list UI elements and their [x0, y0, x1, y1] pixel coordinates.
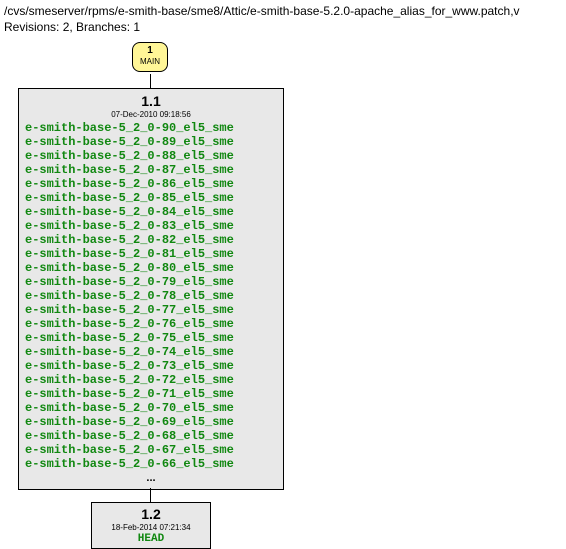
- revision-1-2-node[interactable]: 1.2 18-Feb-2014 07:21:34 HEAD: [91, 502, 211, 549]
- connector-line: [150, 488, 151, 502]
- tag-label: e-smith-base-5_2_0-82_el5_sme: [25, 233, 277, 247]
- revision-version: 1.2: [96, 506, 206, 522]
- tag-label: e-smith-base-5_2_0-75_el5_sme: [25, 331, 277, 345]
- connector-line: [150, 74, 151, 88]
- head-label: HEAD: [96, 533, 206, 545]
- revision-graph: 1 MAIN 1.1 07-Dec-2010 09:18:56 e-smith-…: [4, 40, 562, 545]
- revision-tags: e-smith-base-5_2_0-90_el5_smee-smith-bas…: [25, 121, 277, 485]
- repo-path: /cvs/smeserver/rpms/e-smith-base/sme8/At…: [4, 4, 566, 18]
- branch-main-node[interactable]: 1 MAIN: [132, 42, 168, 72]
- revision-date: 07-Dec-2010 09:18:56: [25, 110, 277, 119]
- tag-label: e-smith-base-5_2_0-74_el5_sme: [25, 345, 277, 359]
- tag-label: e-smith-base-5_2_0-88_el5_sme: [25, 149, 277, 163]
- tag-label: e-smith-base-5_2_0-85_el5_sme: [25, 191, 277, 205]
- tag-label: e-smith-base-5_2_0-67_el5_sme: [25, 443, 277, 457]
- tag-label: e-smith-base-5_2_0-90_el5_sme: [25, 121, 277, 135]
- tag-label: e-smith-base-5_2_0-89_el5_sme: [25, 135, 277, 149]
- revision-version: 1.1: [25, 93, 277, 109]
- tag-label: e-smith-base-5_2_0-78_el5_sme: [25, 289, 277, 303]
- tag-label: e-smith-base-5_2_0-81_el5_sme: [25, 247, 277, 261]
- tag-label: e-smith-base-5_2_0-76_el5_sme: [25, 317, 277, 331]
- tag-label: e-smith-base-5_2_0-86_el5_sme: [25, 177, 277, 191]
- branch-number: 1: [133, 45, 167, 57]
- revision-1-1-node[interactable]: 1.1 07-Dec-2010 09:18:56 e-smith-base-5_…: [18, 88, 284, 490]
- tags-ellipsis: ...: [25, 471, 277, 485]
- tag-label: e-smith-base-5_2_0-68_el5_sme: [25, 429, 277, 443]
- tag-label: e-smith-base-5_2_0-73_el5_sme: [25, 359, 277, 373]
- tag-label: e-smith-base-5_2_0-70_el5_sme: [25, 401, 277, 415]
- tag-label: e-smith-base-5_2_0-77_el5_sme: [25, 303, 277, 317]
- tag-label: e-smith-base-5_2_0-79_el5_sme: [25, 275, 277, 289]
- revision-date: 18-Feb-2014 07:21:34: [96, 523, 206, 532]
- tag-label: e-smith-base-5_2_0-84_el5_sme: [25, 205, 277, 219]
- tag-label: e-smith-base-5_2_0-72_el5_sme: [25, 373, 277, 387]
- tag-label: e-smith-base-5_2_0-87_el5_sme: [25, 163, 277, 177]
- tag-label: e-smith-base-5_2_0-71_el5_sme: [25, 387, 277, 401]
- tag-label: e-smith-base-5_2_0-83_el5_sme: [25, 219, 277, 233]
- revisions-summary: Revisions: 2, Branches: 1: [4, 20, 566, 34]
- tag-label: e-smith-base-5_2_0-69_el5_sme: [25, 415, 277, 429]
- branch-label: MAIN: [133, 57, 167, 66]
- tag-label: e-smith-base-5_2_0-66_el5_sme: [25, 457, 277, 471]
- tag-label: e-smith-base-5_2_0-80_el5_sme: [25, 261, 277, 275]
